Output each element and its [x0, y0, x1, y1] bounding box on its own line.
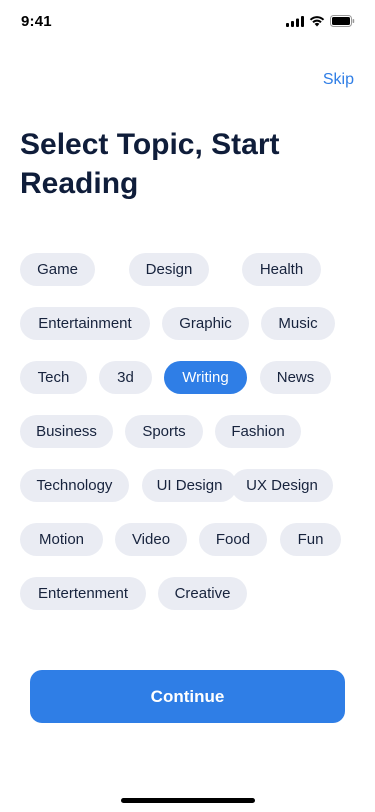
- cellular-signal-icon: [286, 15, 304, 27]
- topic-chip-fun[interactable]: Fun: [280, 523, 341, 556]
- topic-chip-video[interactable]: Video: [115, 523, 187, 556]
- topic-chip-entertenment[interactable]: Entertenment: [20, 577, 146, 610]
- skip-button[interactable]: Skip: [323, 71, 354, 89]
- wifi-icon: [309, 16, 325, 27]
- topic-chip-writing[interactable]: Writing: [164, 361, 247, 394]
- topic-chip-graphic[interactable]: Graphic: [162, 307, 249, 340]
- status-time: 9:41: [21, 13, 52, 30]
- topic-chip-design[interactable]: Design: [129, 253, 209, 286]
- topic-chip-food[interactable]: Food: [199, 523, 267, 556]
- status-icons: [286, 15, 355, 27]
- topic-chip-motion[interactable]: Motion: [20, 523, 103, 556]
- topic-chip-technology[interactable]: Technology: [20, 469, 129, 502]
- topic-chip-music[interactable]: Music: [261, 307, 335, 340]
- topic-chip-health[interactable]: Health: [242, 253, 321, 286]
- topic-chip-fashion[interactable]: Fashion: [215, 415, 301, 448]
- topic-chip-business[interactable]: Business: [20, 415, 113, 448]
- battery-icon: [330, 15, 355, 27]
- home-indicator: [121, 798, 255, 803]
- continue-button[interactable]: Continue: [30, 670, 345, 723]
- topic-chip-ux-design[interactable]: UX Design: [231, 469, 333, 502]
- topic-chip-tech[interactable]: Tech: [20, 361, 87, 394]
- topic-chip-creative[interactable]: Creative: [158, 577, 247, 610]
- topic-chip-news[interactable]: News: [260, 361, 331, 394]
- topic-chip-sports[interactable]: Sports: [125, 415, 203, 448]
- page-title: Select Topic, Start Reading: [20, 128, 280, 200]
- status-bar: 9:41: [0, 0, 375, 44]
- topic-chip-3d[interactable]: 3d: [99, 361, 152, 394]
- topic-chip-ui-design[interactable]: UI Design: [142, 469, 237, 502]
- topic-chip-game[interactable]: Game: [20, 253, 95, 286]
- topic-chip-entertainment[interactable]: Entertainment: [20, 307, 150, 340]
